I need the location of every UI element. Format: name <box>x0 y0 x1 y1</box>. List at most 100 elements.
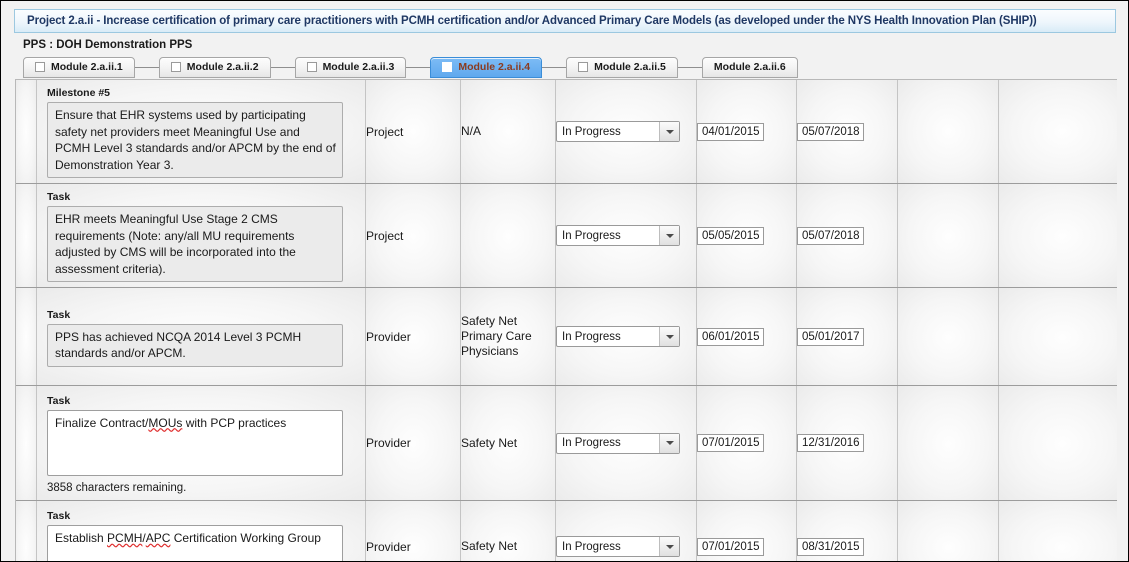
row-gutter <box>16 80 37 184</box>
tab-label: Module 2.a.ii.6 <box>713 61 786 73</box>
row-kind-label: Milestone #5 <box>47 87 111 99</box>
spellcheck-word: PCMH <box>107 531 143 545</box>
status-selected-value: In Progress <box>562 330 621 343</box>
status-dropdown[interactable]: In Progress <box>556 225 680 246</box>
tab-module-4[interactable]: Module 2.a.ii.4 <box>430 56 543 78</box>
type-cell: Provider <box>365 385 461 501</box>
description-textarea[interactable]: Finalize Contract/MOUs with PCP practice… <box>47 409 343 476</box>
type-cell: Provider <box>365 287 461 386</box>
start-date-input[interactable]: 05/05/2015 <box>697 226 764 245</box>
spellcheck-word: APC <box>145 531 171 545</box>
end-date-input[interactable]: 05/01/2017 <box>797 327 864 346</box>
status-dropdown[interactable]: In Progress <box>556 326 680 347</box>
page-title: Project 2.a.ii - Increase certification … <box>27 15 1037 27</box>
description-textarea[interactable]: Establish PCMH/APC Certification Working… <box>47 525 343 561</box>
tab-module-1[interactable]: Module 2.a.ii.1 <box>23 56 135 78</box>
tab-module-2[interactable]: Module 2.a.ii.2 <box>158 56 271 78</box>
chevron-down-icon[interactable] <box>659 327 679 346</box>
start-date-input[interactable]: 07/01/2015 <box>697 434 764 452</box>
status-selected-value: In Progress <box>562 437 621 449</box>
checkbox-icon[interactable] <box>578 62 589 72</box>
chevron-down-icon[interactable] <box>659 122 679 141</box>
milestone-task-grid[interactable]: Milestone #5 Ensure that EHR systems used… <box>15 79 1117 561</box>
module-tab-strip: Module 2.a.ii.1 Module 2.a.ii.2 Module 2.a… <box>23 56 798 78</box>
checkbox-icon[interactable] <box>442 62 453 72</box>
start-date-input[interactable]: 06/01/2015 <box>697 327 764 346</box>
status-cell: In Progress <box>555 385 697 501</box>
tab-connector-line <box>134 66 159 68</box>
end-date-input[interactable]: 08/31/2015 <box>797 537 864 556</box>
start-date-cell: 04/01/2015 <box>696 80 797 184</box>
status-cell: In Progress <box>555 500 697 561</box>
description-cell: Task EHR meets Meaningful Use Stage 2 CMS… <box>36 183 366 288</box>
start-date-input[interactable]: 04/01/2015 <box>697 122 764 141</box>
chevron-down-icon[interactable] <box>659 226 679 245</box>
status-cell: In Progress <box>555 80 697 184</box>
description-readonly-text: EHR meets Meaningful Use Stage 2 CMS req… <box>47 206 343 282</box>
tab-label: Module 2.a.ii.1 <box>51 61 123 73</box>
checkbox-icon[interactable] <box>35 62 45 72</box>
tab-label: Module 2.a.ii.3 <box>322 61 395 73</box>
extra-column-1-cell <box>897 287 999 386</box>
extra-column-2-cell <box>998 385 1117 501</box>
characters-remaining-label: 3858 characters remaining. <box>47 481 187 494</box>
tab-module-3[interactable]: Module 2.a.ii.3 <box>294 56 407 78</box>
extra-column-2-cell <box>998 183 1117 288</box>
row-kind-label: Task <box>47 394 71 407</box>
end-date-cell: 12/31/2016 <box>796 385 898 501</box>
end-date-cell: 05/07/2018 <box>796 80 898 184</box>
provider-cell: N/A <box>460 80 556 184</box>
status-dropdown[interactable]: In Progress <box>556 432 680 454</box>
start-date-cell: 07/01/2015 <box>696 385 797 501</box>
status-selected-value: In Progress <box>562 125 621 138</box>
extra-column-1-cell <box>897 80 999 184</box>
type-cell: Project <box>365 80 461 184</box>
spellcheck-word: MOUs <box>148 415 183 430</box>
provider-cell: Safety Net <box>460 500 556 561</box>
chevron-down-icon[interactable] <box>659 433 679 453</box>
provider-cell <box>460 183 556 288</box>
status-dropdown[interactable]: In Progress <box>556 536 680 557</box>
table-row: Task Finalize Contract/MOUs with PCP prac… <box>16 385 1117 501</box>
table-row: Task Establish PCMH/APC Certification Wor… <box>16 500 1117 561</box>
row-kind-label: Task <box>47 191 71 203</box>
checkbox-icon[interactable] <box>306 62 317 72</box>
status-dropdown[interactable]: In Progress <box>556 121 680 142</box>
description-cell: Task Finalize Contract/MOUs with PCP prac… <box>36 385 366 501</box>
table-row: Task PPS has achieved NCQA 2014 Level 3 P… <box>16 287 1117 386</box>
row-gutter <box>16 287 37 386</box>
description-readonly-text: Ensure that EHR systems used by particip… <box>47 102 343 178</box>
extra-column-1-cell <box>897 183 999 288</box>
extra-column-2-cell <box>998 287 1117 386</box>
end-date-cell: 08/31/2015 <box>796 500 898 561</box>
chevron-down-icon[interactable] <box>659 537 679 556</box>
row-kind-label: Task <box>47 308 71 321</box>
tab-label: Module 2.a.ii.5 <box>594 61 666 73</box>
milestone-table: Milestone #5 Ensure that EHR systems used… <box>16 80 1117 561</box>
end-date-input[interactable]: 12/31/2016 <box>797 434 864 452</box>
description-readonly-text: PPS has achieved NCQA 2014 Level 3 PCMH … <box>47 323 343 367</box>
tab-label: Module 2.a.ii.4 <box>458 61 531 73</box>
project-title-banner: Project 2.a.ii - Increase certification … <box>14 9 1116 33</box>
description-cell: Milestone #5 Ensure that EHR systems used… <box>36 80 366 184</box>
tab-module-5[interactable]: Module 2.a.ii.5 <box>566 56 678 78</box>
status-cell: In Progress <box>555 183 697 288</box>
end-date-input[interactable]: 05/07/2018 <box>797 122 864 141</box>
tab-connector-line <box>677 66 702 68</box>
start-date-cell: 06/01/2015 <box>696 287 797 386</box>
row-gutter <box>16 385 37 501</box>
start-date-input[interactable]: 07/01/2015 <box>697 537 764 556</box>
row-kind-label: Task <box>47 510 71 522</box>
checkbox-icon[interactable] <box>170 62 181 72</box>
description-cell: Task PPS has achieved NCQA 2014 Level 3 P… <box>36 287 366 386</box>
end-date-input[interactable]: 05/07/2018 <box>797 226 864 245</box>
extra-column-2-cell <box>998 500 1117 561</box>
end-date-cell: 05/07/2018 <box>796 183 898 288</box>
tab-connector-line <box>406 66 431 68</box>
row-gutter <box>16 500 37 561</box>
status-selected-value: In Progress <box>562 229 621 242</box>
tab-module-6[interactable]: Module 2.a.ii.6 <box>701 56 798 78</box>
type-cell: Provider <box>365 500 461 561</box>
table-row: Task EHR meets Meaningful Use Stage 2 CMS… <box>16 183 1117 288</box>
start-date-cell: 05/05/2015 <box>696 183 797 288</box>
